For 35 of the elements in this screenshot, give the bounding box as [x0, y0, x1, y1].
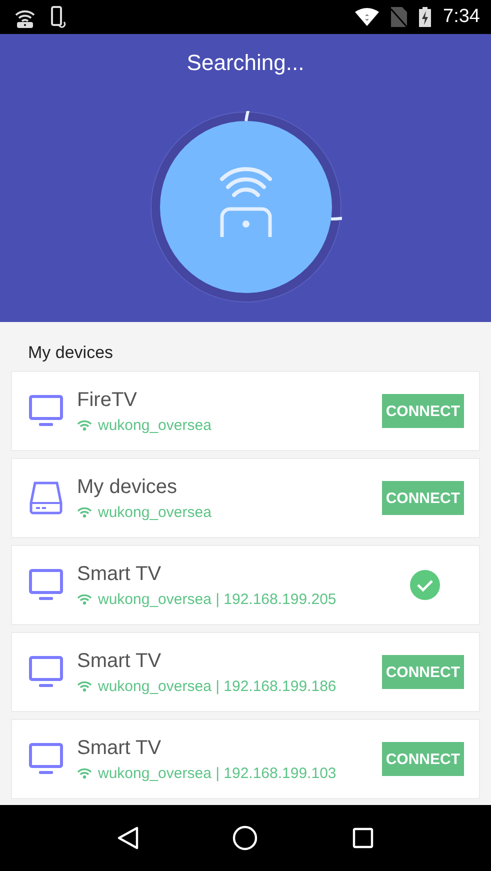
- network-info: wukong_oversea: [98, 504, 212, 520]
- wifi-icon: [77, 420, 92, 430]
- clock-time: 7:34: [443, 6, 480, 28]
- device-card[interactable]: FireTV wukong_oversea CONNECT: [11, 371, 480, 451]
- wifi-icon: [77, 768, 92, 778]
- device-card[interactable]: Smart TV wukong_oversea | 192.168.199.103 CONNECT: [11, 719, 480, 799]
- searching-title: Searching...: [186, 50, 304, 76]
- network-info: wukong_oversea | 192.168.199.186: [98, 678, 336, 694]
- monitor-icon: [29, 395, 63, 427]
- network-info: wukong_oversea | 192.168.199.205: [98, 590, 336, 608]
- battery-charging-icon: [419, 7, 432, 27]
- monitor-icon: [29, 656, 63, 688]
- wifi-icon: [77, 594, 92, 604]
- network-info: wukong_oversea: [98, 416, 212, 434]
- device-card[interactable]: My devices wukong_oversea CONNECT: [11, 458, 480, 538]
- section-title: My devices: [28, 343, 114, 364]
- monitor-icon: [29, 569, 63, 601]
- no-sim-icon: [391, 7, 408, 27]
- wifi-icon: [77, 506, 92, 518]
- device-name: Smart TV: [77, 562, 162, 586]
- device-name: FireTV: [77, 388, 138, 412]
- back-icon[interactable]: [116, 826, 139, 850]
- device-name: My devices: [77, 476, 178, 498]
- wifi-icon: [355, 8, 380, 26]
- wifi-icon: [77, 680, 92, 692]
- recents-icon[interactable]: [352, 827, 374, 849]
- monitor-icon: [29, 743, 63, 775]
- device-card[interactable]: Smart TV wukong_oversea | 192.168.199.186 CONNECT: [11, 632, 480, 712]
- home-icon[interactable]: [232, 825, 258, 851]
- phone-sync-icon: [50, 6, 66, 28]
- device-card[interactable]: Smart TV wukong_oversea | 192.168.199.205: [11, 545, 480, 625]
- network-info: wukong_oversea | 192.168.199.103: [98, 764, 336, 782]
- device-name: Smart TV: [77, 736, 162, 760]
- device-name: Smart TV: [77, 650, 162, 672]
- hard-drive-icon: [29, 481, 63, 515]
